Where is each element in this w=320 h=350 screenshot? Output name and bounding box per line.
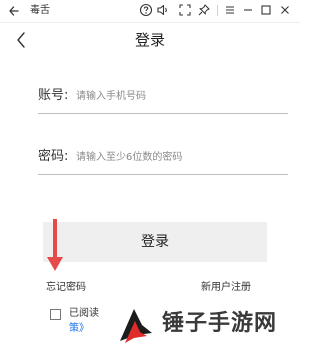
maximize-icon[interactable]: [259, 3, 273, 17]
menu-icon[interactable]: [223, 3, 237, 17]
page-title: 登录: [134, 31, 165, 49]
account-field: 账号:: [38, 83, 288, 114]
fullscreen-icon[interactable]: [178, 3, 192, 17]
login-button[interactable]: 登录: [43, 222, 267, 262]
back-arrow-icon[interactable]: [8, 4, 20, 18]
account-input[interactable]: [76, 86, 281, 106]
window-title: 毒舌: [30, 5, 50, 16]
window-titlebar: 毒舌: [0, 0, 300, 23]
privacy-policy-link[interactable]: 策》: [69, 322, 89, 336]
account-label: 账号:: [38, 88, 69, 103]
watermark-text: 锤子手游网: [162, 311, 278, 336]
watermark-logo-icon: [120, 309, 152, 343]
red-arrow-annotation-icon: [47, 219, 63, 271]
password-field: 密码:: [38, 144, 288, 175]
register-link[interactable]: 新用户注册: [201, 281, 251, 295]
titlebar-divider: [217, 5, 218, 16]
minimize-icon[interactable]: [241, 3, 255, 17]
password-label: 密码:: [38, 149, 69, 164]
close-icon[interactable]: [278, 3, 292, 17]
help-icon[interactable]: [139, 3, 153, 17]
pin-icon[interactable]: [197, 3, 211, 17]
agreement-checkbox[interactable]: [50, 309, 61, 320]
volume-icon[interactable]: [156, 3, 170, 17]
agreement-text: 已阅读: [69, 308, 99, 319]
password-input[interactable]: [76, 147, 281, 167]
forgot-password-link[interactable]: 忘记密码: [46, 281, 86, 295]
